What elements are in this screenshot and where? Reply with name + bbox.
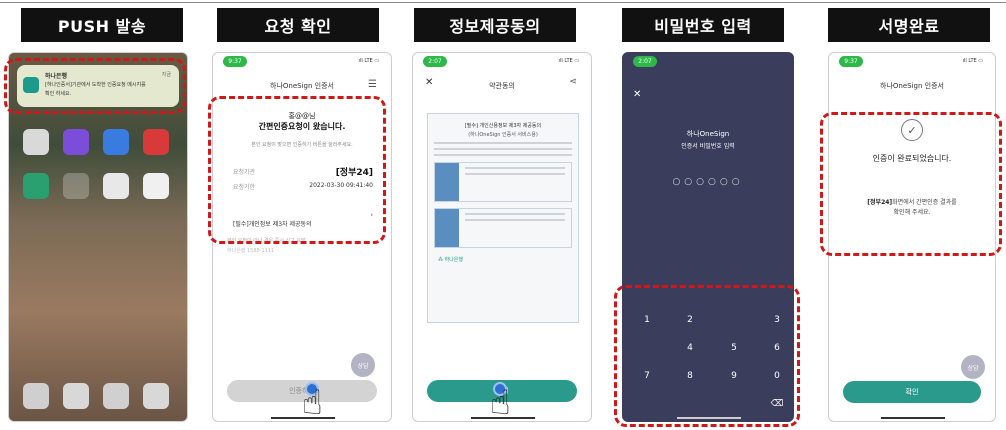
step-title-request: 요청 확인 <box>217 8 379 42</box>
dock-icon-3[interactable] <box>103 383 129 409</box>
document-subtitle: (하나OneSign 인증서 서비스용) <box>468 132 538 138</box>
app-header-title: 하나OneSign 인증서 <box>270 82 334 90</box>
consent-document: [필수] 개인신용정보 제3자 제공동의 (하나OneSign 인증서 서비스용… <box>427 113 579 323</box>
highlight-keypad <box>614 285 800 427</box>
doc-table-2 <box>434 208 572 248</box>
dock-icon-1[interactable] <box>23 383 49 409</box>
status-bar: 2:07 ıll LTE ▭ <box>413 53 591 69</box>
step-title-password: 비밀번호 입력 <box>622 8 784 42</box>
tap-hand-icon: ☝ <box>302 383 323 423</box>
step-title-complete: 서명완료 <box>828 8 990 42</box>
phone-consent: 2:07 ıll LTE ▭ ✕ 약관동의 ⋖ [필수] 개인신용정보 제3자 … <box>412 52 592 422</box>
doc-line <box>465 219 565 221</box>
tap-hand-icon: ☝ <box>490 383 511 423</box>
step-title-push: PUSH 발송 <box>21 8 183 42</box>
dock-icon-4[interactable] <box>143 383 169 409</box>
doc-table <box>434 162 572 202</box>
status-time: 2:07 <box>423 56 447 67</box>
doc-line <box>465 173 565 175</box>
app-icon-folder[interactable] <box>23 129 49 155</box>
home-indicator <box>881 417 945 419</box>
doc-line <box>434 142 572 144</box>
status-bar: 9:37 ıll LTE ▭ <box>213 53 391 69</box>
step-title-consent: 정보제공동의 <box>414 8 576 42</box>
app-icon-bank[interactable] <box>143 173 169 199</box>
highlight-complete <box>820 112 1002 256</box>
status-bar: 9:37 ıll LTE ▭ <box>829 53 995 69</box>
status-time: 9:37 <box>223 56 247 67</box>
top-rule <box>0 2 1006 3</box>
bank-logo-mark: ⁂ <box>438 257 445 263</box>
highlight-push <box>4 58 186 114</box>
app-header-title: 하나OneSign 인증서 <box>880 82 944 90</box>
app-icon-red[interactable] <box>143 129 169 155</box>
bank-logo-text: 하나은행 <box>444 257 463 263</box>
doc-line <box>465 167 565 169</box>
confirm-button[interactable]: 확인 <box>843 381 981 403</box>
doc-line <box>434 154 572 156</box>
dock-icon-2[interactable] <box>63 383 89 409</box>
share-icon[interactable]: ⋖ <box>569 77 577 87</box>
chat-consult-button[interactable]: 상담 <box>351 353 375 377</box>
app-icon-weather[interactable] <box>63 173 89 199</box>
status-time: 9:37 <box>839 56 863 67</box>
app-icon-doc[interactable] <box>103 173 129 199</box>
consent-header: 약관동의 <box>489 82 515 90</box>
menu-icon[interactable]: ☰ <box>368 79 377 90</box>
chat-consult-button[interactable]: 상담 <box>961 355 985 379</box>
signal-icon: ıll LTE ▭ <box>962 58 983 64</box>
highlight-request <box>208 96 386 244</box>
app-icon-blue-b[interactable] <box>63 129 89 155</box>
signal-icon: ıll LTE ▭ <box>358 58 379 64</box>
app-icon-green[interactable] <box>23 173 49 199</box>
signal-icon: ıll LTE ▭ <box>558 58 579 64</box>
bank-phone: 하나은행 1588-1111 <box>227 248 275 254</box>
document-title: [필수] 개인신용정보 제3자 제공동의 <box>464 123 542 129</box>
doc-table-header <box>435 163 459 201</box>
doc-line <box>465 213 565 215</box>
doc-table-header <box>435 209 459 247</box>
doc-line <box>434 148 572 150</box>
bank-logo: ⁂ 하나은행 <box>438 256 568 263</box>
app-icon-calculator[interactable] <box>103 129 129 155</box>
